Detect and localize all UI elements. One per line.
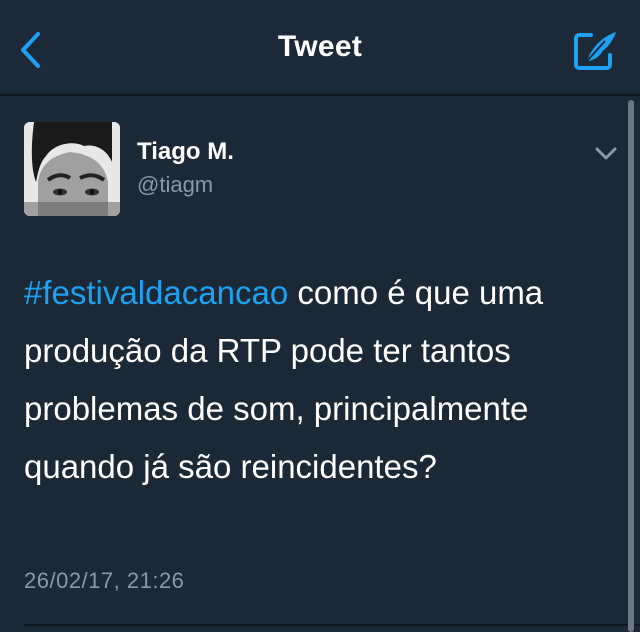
compose-tweet-button[interactable] <box>568 26 622 76</box>
chevron-down-icon <box>595 147 617 160</box>
author-name[interactable]: Tiago M. <box>137 138 234 166</box>
scrollbar[interactable] <box>628 100 634 632</box>
avatar-image <box>24 122 120 216</box>
page-title: Tweet <box>277 30 363 63</box>
author-handle[interactable]: @tiagm <box>137 172 213 198</box>
avatar[interactable] <box>24 122 120 216</box>
tweet-text: #festivaldacancao como é que uma produçã… <box>24 264 594 496</box>
hashtag-link[interactable]: #festivaldacancao <box>24 274 288 311</box>
navigation-bar: Tweet <box>0 0 640 96</box>
tweet-timestamp: 26/02/17, 21:26 <box>24 568 185 593</box>
divider <box>24 624 640 626</box>
tweet-options-button[interactable] <box>592 144 620 164</box>
compose-tweet-icon <box>574 32 616 70</box>
tweet-detail: Tiago M. @tiagm #festivaldacancao como é… <box>0 98 640 632</box>
